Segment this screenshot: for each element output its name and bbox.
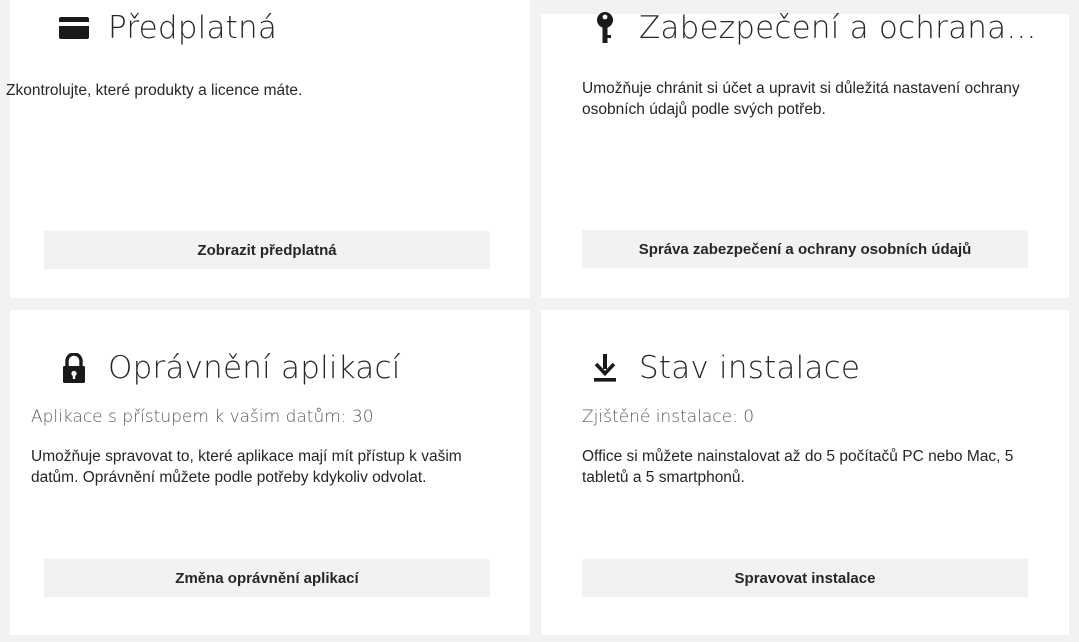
subscriptions-card: Předplatná Zkontrolujte, které produkty …: [6, 0, 530, 298]
app-permissions-title: Oprávnění aplikací: [54, 348, 401, 388]
app-permissions-title-text: Oprávnění aplikací: [108, 350, 401, 386]
manage-installs-button[interactable]: Spravovat instalace: [582, 559, 1028, 597]
key-icon: [585, 8, 625, 48]
view-subscriptions-button[interactable]: Zobrazit předplatná: [44, 231, 490, 269]
app-permissions-card: Oprávnění aplikací Aplikace s přístupem …: [10, 310, 530, 635]
subscriptions-title-text: Předplatná: [108, 10, 278, 46]
app-permissions-description: Umožňuje spravovat to, které aplikace ma…: [31, 448, 462, 486]
change-app-permissions-button[interactable]: Změna oprávnění aplikací: [44, 559, 490, 597]
install-status-title-text: Stav instalace: [639, 350, 861, 386]
install-status-description: Office si můžete nainstalovat až do 5 po…: [582, 448, 1014, 486]
security-description: Umožňuje chránit si účet a upravit si dů…: [582, 80, 1020, 118]
lock-icon: [54, 348, 94, 388]
subscriptions-title: Předplatná: [54, 8, 277, 48]
download-icon: [585, 348, 625, 388]
credit-card-icon: [54, 8, 94, 48]
install-count: Zjištěné instalace: 0: [582, 407, 755, 427]
subscriptions-description: Zkontrolujte, které produkty a licence m…: [6, 82, 303, 99]
install-status-title: Stav instalace: [585, 348, 860, 388]
app-permissions-count: Aplikace s přístupem k vašim datům: 30: [31, 407, 374, 427]
install-status-card: Stav instalace Zjištěné instalace: 0 Off…: [541, 310, 1069, 635]
account-cards-grid: Předplatná Zkontrolujte, které produkty …: [0, 0, 1079, 642]
security-title-text: Zabezpečení a ochrana...: [639, 10, 1037, 46]
security-title: Zabezpečení a ochrana...: [585, 8, 1037, 48]
security-privacy-card: Zabezpečení a ochrana... Umožňuje chráni…: [541, 10, 1069, 298]
manage-security-privacy-button[interactable]: Správa zabezpečení a ochrany osobních úd…: [582, 230, 1028, 268]
